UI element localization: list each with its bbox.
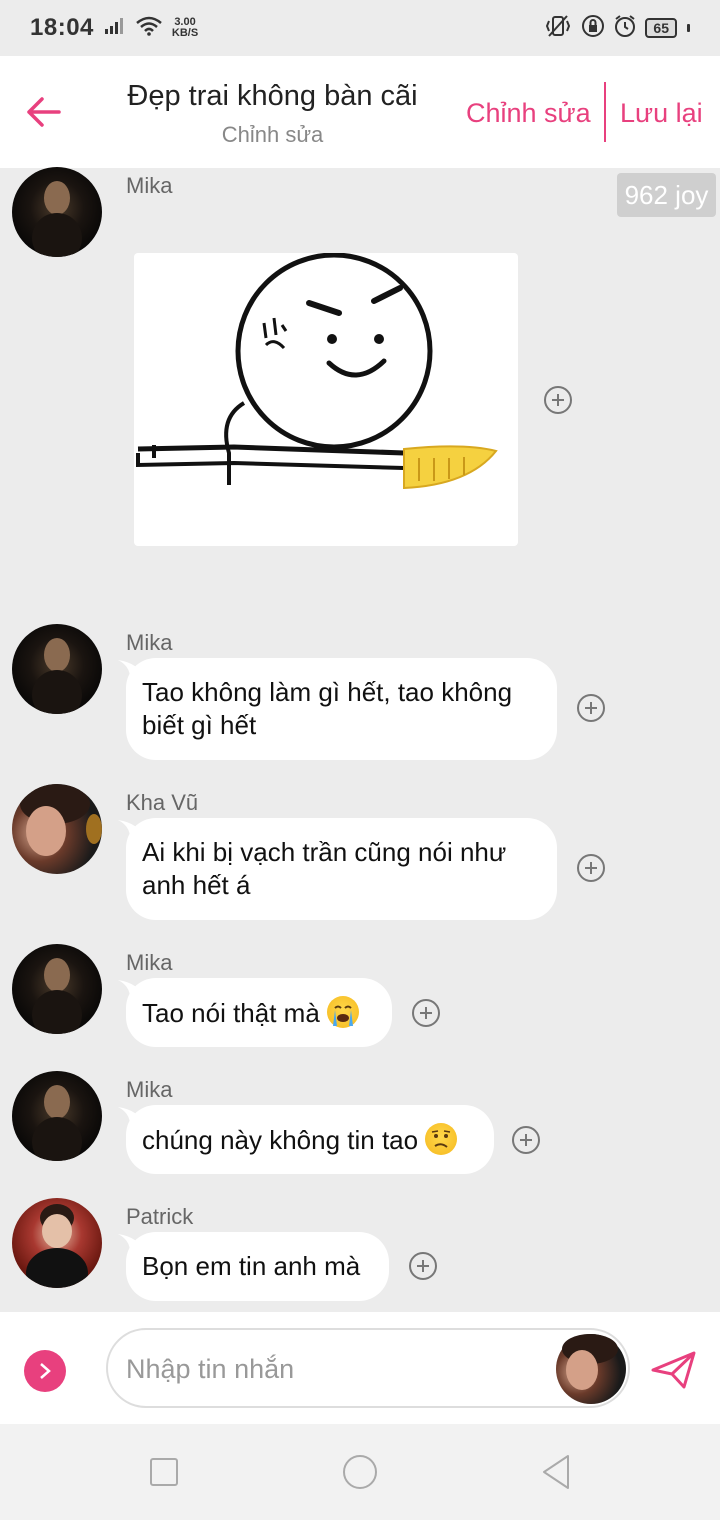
message-input[interactable] — [126, 1348, 546, 1390]
message-bubble[interactable]: Tao nói thật mà — [126, 978, 392, 1047]
net-speed-unit: KB/S — [171, 27, 199, 39]
plus-icon — [417, 1260, 429, 1272]
signal-icon — [104, 17, 126, 40]
joy-badge: 962 joy — [617, 173, 716, 217]
react-add-button[interactable] — [577, 694, 605, 722]
chat-header: Đẹp trai không bàn cãi Chỉnh sửa Chỉnh s… — [0, 56, 720, 168]
back-button[interactable] — [22, 90, 66, 134]
react-add-button[interactable] — [512, 1126, 540, 1154]
alarm-icon — [613, 14, 637, 43]
arrow-left-icon — [27, 97, 61, 127]
avatar-mika[interactable] — [12, 167, 102, 257]
wifi-icon — [136, 16, 162, 41]
circle-icon — [343, 1455, 377, 1489]
message-input-bar — [0, 1312, 720, 1424]
status-time: 18:04 — [30, 14, 94, 41]
avatar-mika[interactable] — [12, 1071, 102, 1161]
save-button[interactable]: Lưu lại — [620, 98, 703, 129]
message-input-container — [106, 1328, 630, 1408]
character-avatar-selector[interactable] — [556, 1334, 626, 1404]
battery-level: 65 — [653, 20, 669, 36]
sender-name: Mika — [126, 950, 173, 975]
chevron-right-icon — [40, 1363, 51, 1379]
react-add-button[interactable] — [577, 854, 605, 882]
confused-face-icon — [425, 1123, 458, 1155]
sender-name: Patrick — [126, 1204, 194, 1229]
avatar-mika[interactable] — [12, 944, 102, 1034]
message-bubble[interactable]: Bọn em tin anh mà — [126, 1232, 389, 1301]
stick-figure-knife-sticker — [136, 252, 498, 490]
status-bar: 18:04 3.00 KB/S 65 — [0, 0, 720, 56]
message-text: Bọn em tin anh mà — [142, 1251, 361, 1281]
recent-apps-button[interactable] — [146, 1454, 182, 1490]
message-text: chúng này không tin tao — [142, 1125, 419, 1155]
react-add-button[interactable] — [544, 386, 572, 414]
plus-icon — [552, 394, 564, 406]
plus-icon — [520, 1134, 532, 1146]
system-nav-bar — [0, 1424, 720, 1520]
message-line: Tao không làm gì hết, tao không — [142, 677, 513, 707]
home-button[interactable] — [342, 1454, 378, 1490]
plus-icon — [585, 702, 597, 714]
message-text: Tao nói thật mà — [142, 998, 320, 1028]
loudly-crying-face-icon — [327, 996, 360, 1028]
react-add-button[interactable] — [412, 999, 440, 1027]
message-bubble[interactable]: Tao không làm gì hết, tao không biết gì … — [126, 658, 557, 760]
sender-name: Mika — [126, 630, 173, 655]
sender-name: Mika — [126, 173, 173, 198]
network-speed: 3.00 KB/S — [172, 17, 198, 39]
back-nav-button[interactable] — [538, 1454, 574, 1490]
triangle-back-icon — [543, 1455, 569, 1489]
avatar-mika[interactable] — [12, 624, 102, 714]
message-bubble[interactable]: Ai khi bị vạch trần cũng nói như anh hết… — [126, 818, 557, 920]
message-bubble[interactable]: chúng này không tin tao — [126, 1105, 494, 1174]
header-divider — [604, 82, 606, 142]
edit-button[interactable]: Chỉnh sửa — [466, 98, 591, 129]
battery-tip — [687, 24, 690, 32]
avatar-patrick[interactable] — [12, 1198, 102, 1288]
chat-subtitle[interactable]: Chỉnh sửa — [110, 122, 435, 148]
square-icon — [150, 1458, 178, 1486]
sticker-image[interactable] — [134, 252, 518, 546]
send-icon — [651, 1351, 696, 1389]
message-line: anh hết á — [142, 870, 251, 900]
send-button[interactable] — [650, 1350, 698, 1390]
battery-icon: 65 — [645, 18, 677, 38]
sender-name: Mika — [126, 1077, 173, 1102]
avatar-kha-vu[interactable] — [12, 784, 102, 874]
plus-icon — [420, 1007, 432, 1019]
message-line: biết gì hết — [142, 710, 257, 740]
plus-icon — [585, 862, 597, 874]
expand-button[interactable] — [24, 1350, 66, 1392]
react-add-button[interactable] — [409, 1252, 437, 1280]
sender-name: Kha Vũ — [126, 790, 199, 815]
vibrate-icon — [543, 14, 573, 43]
lock-rotation-icon — [581, 14, 605, 43]
message-line: Ai khi bị vạch trần cũng nói như — [142, 837, 507, 867]
chat-title: Đẹp trai không bàn cãi — [127, 80, 418, 112]
